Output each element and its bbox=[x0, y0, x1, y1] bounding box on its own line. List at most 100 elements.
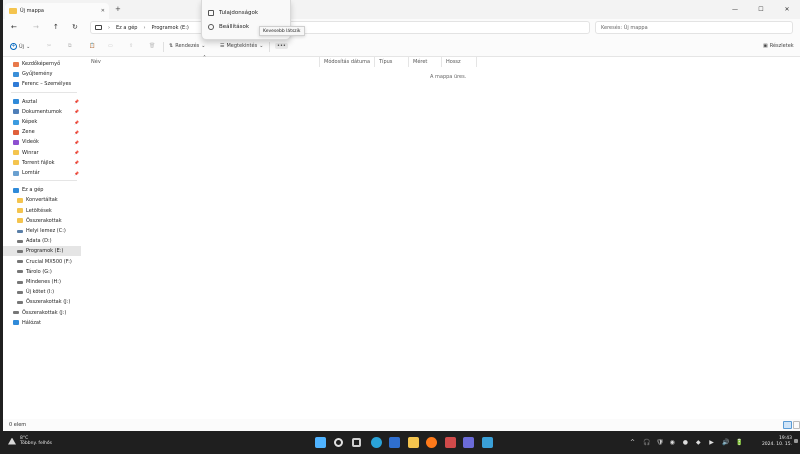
desktop-icon bbox=[13, 99, 19, 105]
breadcrumb-programok[interactable]: Programok (E:) bbox=[151, 25, 188, 31]
tray-icon[interactable]: ▶ bbox=[709, 439, 714, 446]
address-field[interactable]: › Ez a gép › Programok (E:) bbox=[90, 21, 590, 34]
sidebar-item[interactable]: Kezdőképernyő bbox=[3, 59, 81, 69]
sidebar-item-label: Képek bbox=[22, 119, 38, 125]
new-label: Új bbox=[19, 43, 25, 50]
column-header-type[interactable]: Típus bbox=[379, 59, 392, 65]
tray-icon[interactable]: ● bbox=[683, 439, 688, 446]
sidebar-item[interactable]: Videók 📌 bbox=[3, 137, 81, 147]
column-header-name[interactable]: Név bbox=[91, 59, 101, 65]
refresh-button[interactable]: ↻ bbox=[72, 23, 78, 31]
share-icon[interactable]: ⇪ bbox=[129, 43, 133, 49]
sidebar-item[interactable]: Összerakottak (J:) bbox=[3, 308, 81, 318]
tray-icon[interactable]: 🔋 bbox=[736, 439, 743, 446]
column-divider[interactable] bbox=[408, 57, 409, 67]
sidebar-item[interactable]: Zene 📌 bbox=[3, 127, 81, 137]
sidebar-item[interactable]: Adata (D:) bbox=[3, 236, 81, 246]
edge-icon[interactable] bbox=[370, 437, 382, 448]
column-header-length[interactable]: Hossz bbox=[446, 59, 461, 65]
search-icon[interactable] bbox=[333, 438, 343, 447]
cloud-icon bbox=[13, 81, 19, 87]
tray-icon[interactable]: ^ bbox=[630, 439, 635, 446]
sidebar-item-label: Tárolo (G:) bbox=[26, 268, 52, 275]
sidebar-item[interactable]: Asztal 📌 bbox=[3, 97, 81, 107]
sidebar-item[interactable]: Konvertáltak bbox=[3, 195, 81, 205]
maximize-button[interactable]: ☐ bbox=[748, 0, 774, 19]
sidebar-item[interactable]: Letöltések bbox=[3, 206, 81, 216]
copy-icon[interactable]: ⧉ bbox=[68, 43, 72, 49]
column-divider[interactable] bbox=[374, 57, 375, 67]
breadcrumb-this-pc[interactable]: Ez a gép bbox=[116, 25, 137, 31]
view-button[interactable]: ☰ Megtekintés ⌄ bbox=[220, 43, 263, 49]
tray-icon[interactable]: 🛡 bbox=[656, 439, 664, 446]
sidebar-item[interactable]: Torrent fájlok 📌 bbox=[3, 158, 81, 168]
details-view-button[interactable] bbox=[783, 421, 792, 429]
tab-uj-mappa[interactable]: Új mappa ✕ bbox=[5, 3, 109, 19]
firefox-icon[interactable] bbox=[426, 437, 437, 448]
weather-icon bbox=[8, 437, 16, 445]
sidebar-item[interactable]: Helyi lemez (C:) bbox=[3, 226, 81, 236]
sidebar-item[interactable]: Új kötet (I:) bbox=[3, 287, 81, 297]
cut-icon[interactable]: ✂ bbox=[47, 43, 51, 49]
pin-icon: 📌 bbox=[74, 150, 79, 156]
pin-icon: 📌 bbox=[74, 139, 79, 145]
sidebar-item[interactable]: Mindenes (H:) bbox=[3, 277, 81, 287]
task-view-icon[interactable] bbox=[352, 438, 361, 447]
forward-button[interactable]: → bbox=[33, 23, 39, 31]
column-header-size[interactable]: Méret bbox=[413, 59, 427, 65]
column-divider[interactable] bbox=[476, 57, 477, 67]
sidebar-item[interactable]: Összerakottak bbox=[3, 216, 81, 226]
app-icon[interactable] bbox=[444, 437, 456, 448]
back-button[interactable]: ← bbox=[11, 23, 17, 31]
sidebar-item[interactable]: Összerakottak (J:) bbox=[3, 297, 81, 307]
rename-icon[interactable]: ▭ bbox=[108, 43, 113, 49]
sidebar-item[interactable]: Dokumentumok 📌 bbox=[3, 107, 81, 117]
outlook-icon[interactable] bbox=[389, 437, 400, 448]
tab-close-icon[interactable]: ✕ bbox=[101, 8, 105, 14]
drive-icon bbox=[17, 270, 23, 274]
sidebar-item[interactable]: Tárolo (G:) bbox=[3, 267, 81, 277]
new-button[interactable]: + Új ⌄ bbox=[10, 43, 30, 50]
tray-icon[interactable]: ◉ bbox=[670, 439, 675, 446]
delete-icon[interactable]: 🗑 bbox=[149, 43, 155, 49]
sidebar-item[interactable]: Ferenc – Személyes bbox=[3, 79, 81, 89]
more-options-button[interactable]: ••• bbox=[275, 43, 288, 49]
tray-icon[interactable]: ◆ bbox=[696, 439, 701, 446]
sidebar-item[interactable]: Gyűjtemény bbox=[3, 69, 81, 79]
app-icon[interactable] bbox=[463, 437, 474, 448]
details-pane-button[interactable]: ▣ Részletek bbox=[763, 43, 794, 49]
tray-icon[interactable]: 🔊 bbox=[722, 439, 729, 446]
sidebar-item[interactable]: Hálózat bbox=[3, 318, 81, 328]
up-button[interactable]: ↑ bbox=[53, 23, 59, 31]
sidebar-item[interactable]: Programok (E:) bbox=[3, 246, 81, 257]
menu-item-properties[interactable]: Tulajdonságok bbox=[208, 10, 258, 16]
explorer-icon[interactable] bbox=[407, 437, 419, 448]
minimize-button[interactable]: — bbox=[722, 0, 748, 19]
column-divider[interactable] bbox=[441, 57, 442, 67]
start-icon[interactable] bbox=[315, 437, 326, 448]
weather-widget[interactable]: 8°C Többny. felhős bbox=[8, 436, 52, 446]
paste-icon[interactable]: 📋 bbox=[89, 43, 95, 49]
sidebar-item-label: Videók bbox=[22, 139, 39, 146]
pc-icon bbox=[95, 25, 102, 30]
close-button[interactable]: ✕ bbox=[774, 0, 800, 19]
sidebar-item[interactable]: Képek 📌 bbox=[3, 117, 81, 127]
drive-icon bbox=[17, 280, 23, 284]
sidebar-item[interactable]: Ez a gép bbox=[3, 185, 81, 195]
menu-item-options[interactable]: Beállítások bbox=[208, 24, 249, 30]
new-tab-button[interactable]: + bbox=[115, 5, 121, 13]
clock[interactable]: 19:43 2024. 10. 15. bbox=[762, 436, 792, 448]
sort-button[interactable]: ⇅ Rendezés ⌄ bbox=[169, 43, 205, 49]
column-header-modified[interactable]: Módosítás dátuma bbox=[324, 59, 370, 65]
weather-description: Többny. felhős bbox=[20, 441, 52, 446]
sidebar-item[interactable]: Crucial MX500 (F:) bbox=[3, 257, 81, 267]
tiles-view-button[interactable] bbox=[793, 421, 800, 429]
sidebar-item-label: Adata (D:) bbox=[26, 238, 52, 245]
sidebar-item[interactable]: Lomtár 📌 bbox=[3, 168, 81, 178]
notification-icon[interactable] bbox=[794, 439, 798, 443]
column-divider[interactable] bbox=[319, 57, 320, 67]
app-icon[interactable] bbox=[481, 437, 493, 448]
tray-icon[interactable]: 🎧 bbox=[643, 439, 650, 446]
sidebar-item[interactable]: Winrar 📌 bbox=[3, 148, 81, 158]
search-input[interactable]: Keresés: Új mappa bbox=[595, 21, 793, 34]
